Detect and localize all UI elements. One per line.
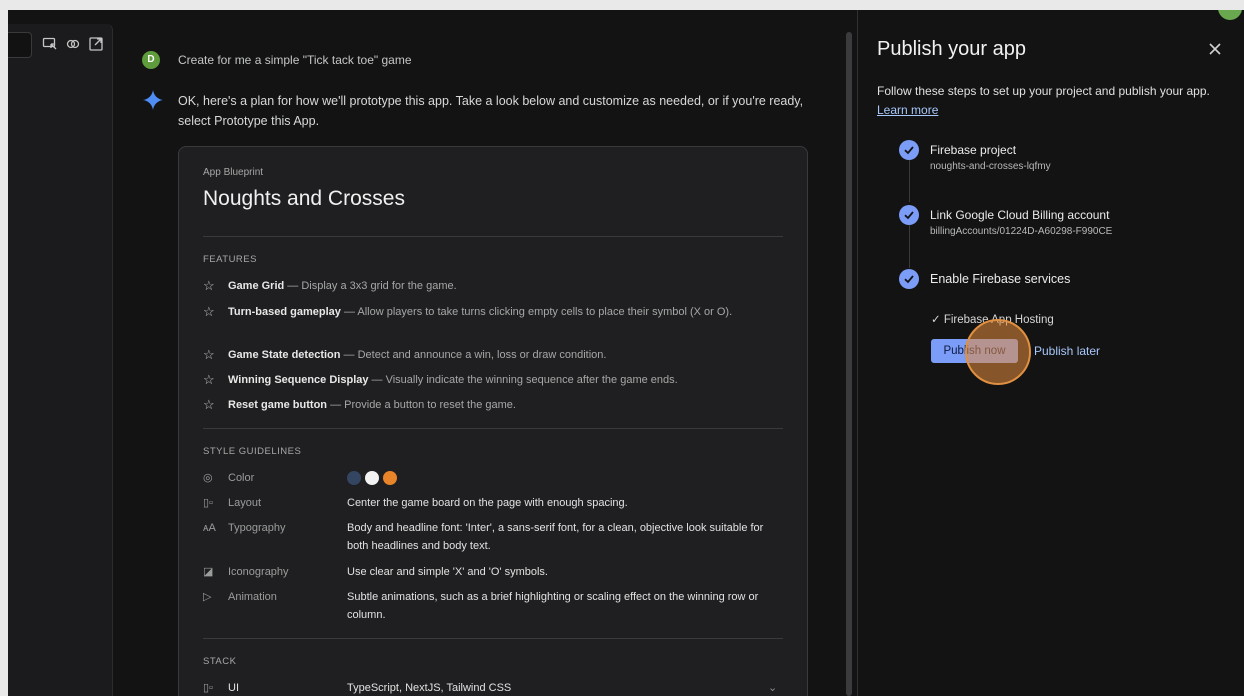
- star-icon: ☆: [203, 304, 215, 319]
- typography-icon: ᴀA: [203, 522, 216, 534]
- play-icon: ▷: [203, 591, 212, 603]
- star-icon: ☆: [203, 372, 215, 387]
- star-icon: ☆: [203, 347, 215, 362]
- publish-now-button[interactable]: Publish now: [931, 339, 1018, 363]
- color-swatch: [347, 471, 361, 486]
- service-item: ✓ Firebase App Hosting: [931, 314, 1054, 326]
- feature-desc: — Provide a button to reset the game.: [327, 399, 516, 411]
- feature-item: ☆ Game State detection — Detect and anno…: [203, 346, 783, 364]
- step-title: Firebase project: [930, 143, 1017, 157]
- feature-name: Reset game button: [228, 399, 328, 411]
- feature-name: Turn-based gameplay: [228, 306, 341, 318]
- feature-desc: — Allow players to take turns clicking e…: [340, 306, 733, 318]
- features-label: FEATURES: [203, 254, 257, 265]
- panel-title: Publish your app: [877, 38, 1026, 60]
- url-input[interactable]: [8, 32, 32, 58]
- user-avatar: D: [142, 51, 160, 69]
- step-subtitle: billingAccounts/01224D-A60298-F990CE: [930, 226, 1113, 237]
- star-icon: ☆: [203, 397, 215, 412]
- step-complete-check-icon: [899, 140, 919, 160]
- feature-desc: — Visually indicate the winning sequence…: [368, 374, 678, 386]
- blueprint-kicker: App Blueprint: [203, 167, 264, 178]
- chevron-down-icon[interactable]: ⌄: [768, 679, 777, 696]
- style-value: Subtle animations, such as a brief highl…: [347, 591, 759, 621]
- panel-desc-text: Follow these steps to set up your projec…: [877, 84, 1210, 98]
- select-element-icon[interactable]: [42, 36, 58, 52]
- app-blueprint-card: App Blueprint Noughts and Crosses FEATUR…: [178, 146, 808, 696]
- style-key: Layout: [228, 497, 262, 509]
- step-title: Enable Firebase services: [930, 272, 1071, 286]
- divider: [203, 428, 783, 429]
- publish-later-link[interactable]: Publish later: [1034, 344, 1100, 358]
- stack-label: STACK: [203, 656, 237, 667]
- feature-item: ☆ Game Grid — Display a 3x3 grid for the…: [203, 277, 783, 295]
- step-subtitle: noughts-and-crosses-lqfmy: [930, 161, 1051, 172]
- color-swatches: [347, 469, 787, 487]
- link-icon[interactable]: [65, 36, 81, 52]
- feature-name: Winning Sequence Display: [228, 374, 369, 386]
- style-value: Body and headline font: 'Inter', a sans-…: [347, 522, 764, 552]
- color-swatch: [365, 471, 379, 486]
- divider: [203, 638, 783, 639]
- feature-name: Game Grid: [228, 280, 285, 292]
- gemini-sparkle-icon: [143, 90, 163, 110]
- feature-item: ☆ Turn-based gameplay — Allow players to…: [203, 303, 783, 321]
- app-window: D Create for me a simple "Tick tack toe"…: [8, 10, 1244, 696]
- style-value: Use clear and simple 'X' and 'O' symbols…: [347, 566, 548, 578]
- style-guidelines-label: STYLE GUIDELINES: [203, 446, 302, 457]
- style-key: Color: [228, 472, 255, 484]
- style-key: Animation: [228, 591, 277, 603]
- divider: [203, 236, 783, 237]
- feature-desc: — Detect and announce a win, loss or dra…: [340, 349, 607, 361]
- feature-item: ☆ Reset game button — Provide a button t…: [203, 396, 783, 414]
- step-connector: [909, 225, 910, 268]
- blueprint-title: Noughts and Crosses: [203, 187, 405, 210]
- user-message: Create for me a simple "Tick tack toe" g…: [178, 53, 412, 67]
- feature-item: ☆ Winning Sequence Display — Visually in…: [203, 371, 783, 389]
- learn-more-link[interactable]: Learn more: [877, 103, 938, 117]
- stack-key: UI: [228, 682, 239, 694]
- publish-panel: Publish your app Follow these steps to s…: [857, 10, 1244, 696]
- open-external-icon[interactable]: [88, 36, 104, 52]
- style-value: Center the game board on the page with e…: [347, 497, 628, 509]
- step-connector: [909, 160, 910, 202]
- style-key: Iconography: [228, 566, 289, 578]
- style-key: Typography: [228, 522, 286, 534]
- feature-name: Game State detection: [228, 349, 341, 361]
- color-swatch: [383, 471, 397, 486]
- close-icon[interactable]: [1208, 42, 1222, 56]
- panel-description: Follow these steps to set up your projec…: [877, 82, 1227, 120]
- palette-icon: ◎: [203, 472, 213, 484]
- layout-icon: ▯▫: [203, 682, 213, 694]
- step-title: Link Google Cloud Billing account: [930, 208, 1110, 222]
- assistant-message: OK, here's a plan for how we'll prototyp…: [178, 94, 804, 128]
- stack-value: TypeScript, NextJS, Tailwind CSS: [347, 682, 512, 694]
- step-complete-check-icon: [899, 205, 919, 225]
- chat-scrollbar[interactable]: [846, 32, 852, 696]
- star-icon: ☆: [203, 278, 215, 293]
- feature-desc: — Display a 3x3 grid for the game.: [284, 280, 457, 292]
- step-complete-check-icon: [899, 269, 919, 289]
- preview-toolbar: [8, 24, 113, 696]
- iconography-icon: ◪: [203, 566, 214, 578]
- chat-thread: D Create for me a simple "Tick tack toe"…: [128, 10, 848, 696]
- layout-icon: ▯▫: [203, 497, 213, 509]
